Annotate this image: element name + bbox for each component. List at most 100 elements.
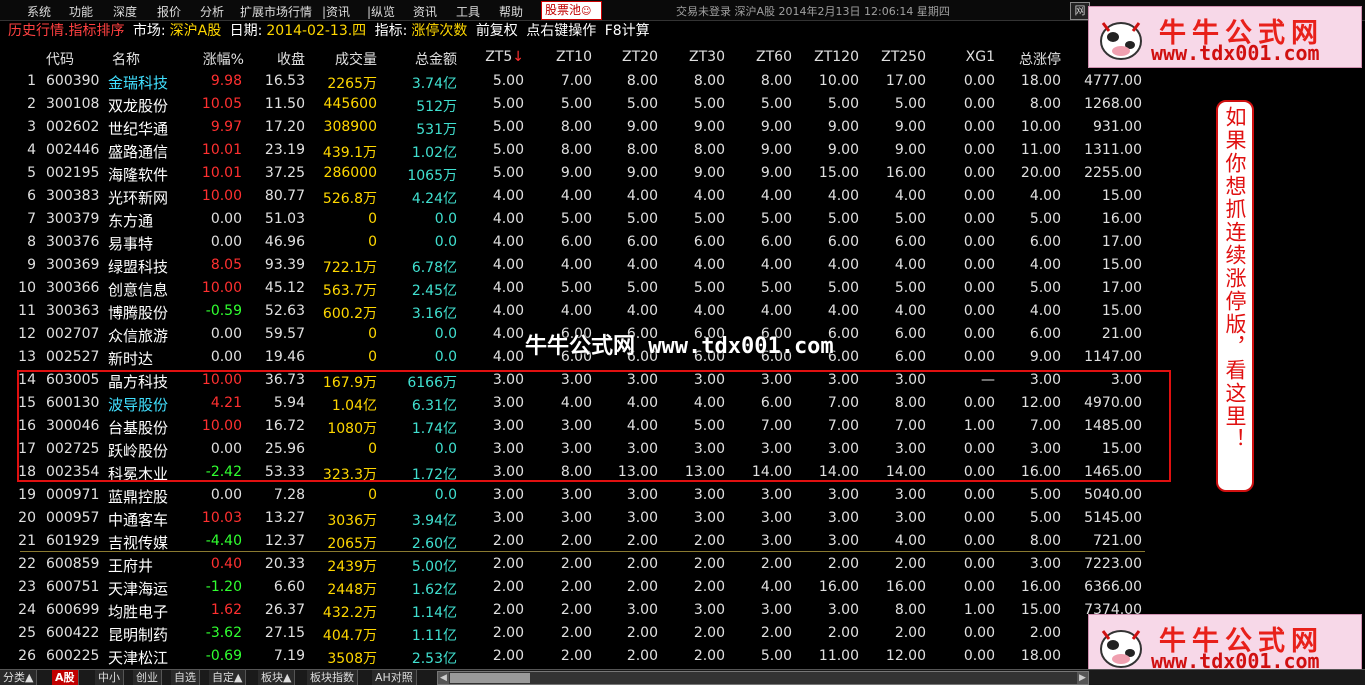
table-row[interactable]: 19 000971 蓝鼎控股 0.00 7.28 0 0.0 3.00 3.00 3.00 3.00… [0,484,1150,507]
close-price: 52.63 [264,303,305,319]
tab-category[interactable]: 分类▲ [0,670,38,685]
table-row[interactable]: 4 002446 盛路通信 10.01 23.19 439.1万 1.02亿 5.00 8.00… [0,139,1150,162]
limit-up-count: 3.00 [560,487,592,503]
scroll-right-icon[interactable]: ▶ [1077,672,1088,684]
volume: 563.7万 [322,283,377,299]
stock-code: 600859 [46,556,100,572]
extra-value: 721.00 [1093,533,1142,549]
table-row[interactable]: 22 600859 王府井 0.40 20.33 2439万 5.00亿 2.00 2.00 2.… [0,553,1150,576]
menu-news-1[interactable]: |资讯 [322,3,350,20]
tab-watchlist[interactable]: 自选 [171,670,200,685]
table-row[interactable]: 11 300363 博腾股份 -0.59 52.63 600.2万 3.16亿 4.00 4.0… [0,300,1150,323]
menu-overview[interactable]: |纵览 [367,3,395,20]
view-name: 历史行情.指标排序 [8,23,125,39]
total-limit-up: 8.00 [1029,533,1061,549]
table-row[interactable]: 25 600422 昆明制药 -3.62 27.15 404.7万 1.11亿 2.00 2.0… [0,622,1150,645]
col-volume[interactable]: 成交量 [305,49,377,69]
menu-quotes[interactable]: 报价 [157,3,181,20]
col-zt30[interactable]: ZT30 [661,49,725,65]
menu-help[interactable]: 帮助 [499,3,523,20]
total-limit-up: 5.00 [1029,510,1061,526]
table-row[interactable]: 6 300383 光环新网 10.00 80.77 526.8万 4.24亿 4.00 4.00… [0,185,1150,208]
menu-news-2[interactable]: 资讯 [413,3,437,20]
table-row[interactable]: 9 300369 绿盟科技 8.05 93.39 722.1万 6.78亿 4.00 4.00 4… [0,254,1150,277]
col-total[interactable]: 总涨停 [995,49,1061,69]
table-row[interactable]: 26 600225 天津松江 -0.69 7.19 3508万 2.53亿 2.00 2.00 2… [0,645,1150,668]
limit-up-count: 2.00 [626,648,658,664]
limit-up-count: 5.00 [760,280,792,296]
menu-system[interactable]: 系统 [27,3,51,20]
indicator-value[interactable]: 涨停次数 [411,23,467,39]
col-zt120[interactable]: ZT120 [795,49,859,65]
table-row[interactable]: 2 300108 双龙股份 10.05 11.50 445600 512万 5.00 5.00 5… [0,93,1150,116]
col-name[interactable]: 名称 [112,49,172,69]
stock-pool-button[interactable]: 股票池☺ [541,1,602,20]
tab-a-shares[interactable]: A股 [52,670,79,685]
f8-calc[interactable]: F8计算 [605,23,650,39]
table-row[interactable]: 8 300376 易事特 0.00 46.96 0 0.0 4.00 6.00 6.00 6.00 6… [0,231,1150,254]
tab-sectors[interactable]: 板块▲ [258,670,296,685]
menu-analysis[interactable]: 分析 [200,3,224,20]
col-code[interactable]: 代码 [46,49,96,69]
col-zt10[interactable]: ZT10 [528,49,592,65]
limit-up-count: 4.00 [492,211,524,227]
limit-up-count: 9.00 [693,165,725,181]
turnover-amount: 3.74亿 [411,76,457,92]
limit-up-count: 5.00 [760,648,792,664]
tab-ah-compare[interactable]: AH对照 [372,670,417,685]
table-row[interactable]: 21 601929 吉视传媒 -4.40 12.37 2065万 2.60亿 2.00 2.00… [0,530,1150,553]
horizontal-scrollbar[interactable]: ◀ ▶ [437,671,1089,685]
limit-up-count: 2.00 [693,625,725,641]
col-zt250[interactable]: ZT250 [862,49,926,65]
tab-sme[interactable]: 中小 [95,670,124,685]
col-zt20[interactable]: ZT20 [594,49,658,65]
table-row[interactable]: 7 300379 东方通 0.00 51.03 0 0.0 4.00 5.00 5.00 5.00 5… [0,208,1150,231]
stock-code: 002195 [46,165,100,181]
xg1-value: 0.00 [963,280,995,296]
col-zt60[interactable]: ZT60 [728,49,792,65]
col-zt5[interactable]: ZT5↓ [460,49,524,65]
tab-sector-index[interactable]: 板块指数 [307,670,358,685]
limit-up-count: 9.00 [693,119,725,135]
table-row[interactable]: 3 002602 世纪华通 9.97 17.20 308900 531万 5.00 8.00 9.… [0,116,1150,139]
col-xg1[interactable]: XG1 [929,49,995,65]
limit-up-count: 3.00 [827,533,859,549]
change-percent: 10.05 [201,96,242,112]
limit-up-count: 3.00 [827,602,859,618]
stock-name: 王府井 [108,557,154,575]
row-index: 24 [18,602,36,618]
table-row[interactable]: 20 000957 中通客车 10.03 13.27 3036万 3.94亿 3.00 3.00… [0,507,1150,530]
date-value[interactable]: 2014-02-13.四 [266,23,366,39]
change-percent: -0.69 [205,648,242,664]
table-row[interactable]: 24 600699 均胜电子 1.62 26.37 432.2万 1.14亿 2.00 2.00… [0,599,1150,622]
table-row[interactable]: 23 600751 天津海运 -1.20 6.60 2448万 1.62亿 2.00 2.00 2… [0,576,1150,599]
rights-mode[interactable]: 前复权 [476,23,518,39]
limit-up-count: 4.00 [492,188,524,204]
table-row[interactable]: 10 300366 创意信息 10.00 45.12 563.7万 2.45亿 4.00 5.0… [0,277,1150,300]
tab-chinext[interactable]: 创业 [133,670,162,685]
menu-depth[interactable]: 深度 [113,3,137,20]
close-price: 80.77 [264,188,305,204]
tab-custom[interactable]: 自定▲ [209,670,247,685]
market-value[interactable]: 深沪A股 [170,23,222,39]
table-row[interactable]: 1 600390 金瑞科技 9.98 16.53 2265万 3.74亿 5.00 7.00 8.… [0,70,1150,93]
limit-up-count: 5.00 [626,211,658,227]
table-row[interactable]: 5 002195 海隆软件 10.01 37.25 286000 1065万 5.00 9.00… [0,162,1150,185]
scroll-left-icon[interactable]: ◀ [438,672,449,684]
menu-extended-market[interactable]: 扩展市场行情 [240,3,312,20]
col-amount[interactable]: 总金额 [385,49,457,69]
col-close[interactable]: 收盘 [245,49,305,69]
change-percent: -4.40 [205,533,242,549]
total-limit-up: 20.00 [1020,165,1061,181]
row-index: 11 [18,303,36,319]
scroll-thumb[interactable] [450,673,530,683]
total-limit-up: 18.00 [1020,73,1061,89]
menu-tools[interactable]: 工具 [456,3,480,20]
xg1-value: 0.00 [963,648,995,664]
limit-up-count: 9.00 [626,119,658,135]
close-price: 20.33 [264,556,305,572]
menu-function[interactable]: 功能 [69,3,93,20]
limit-up-count: 6.00 [560,234,592,250]
col-change[interactable]: 涨幅% [180,49,244,69]
window-button[interactable]: 网 [1070,2,1090,20]
